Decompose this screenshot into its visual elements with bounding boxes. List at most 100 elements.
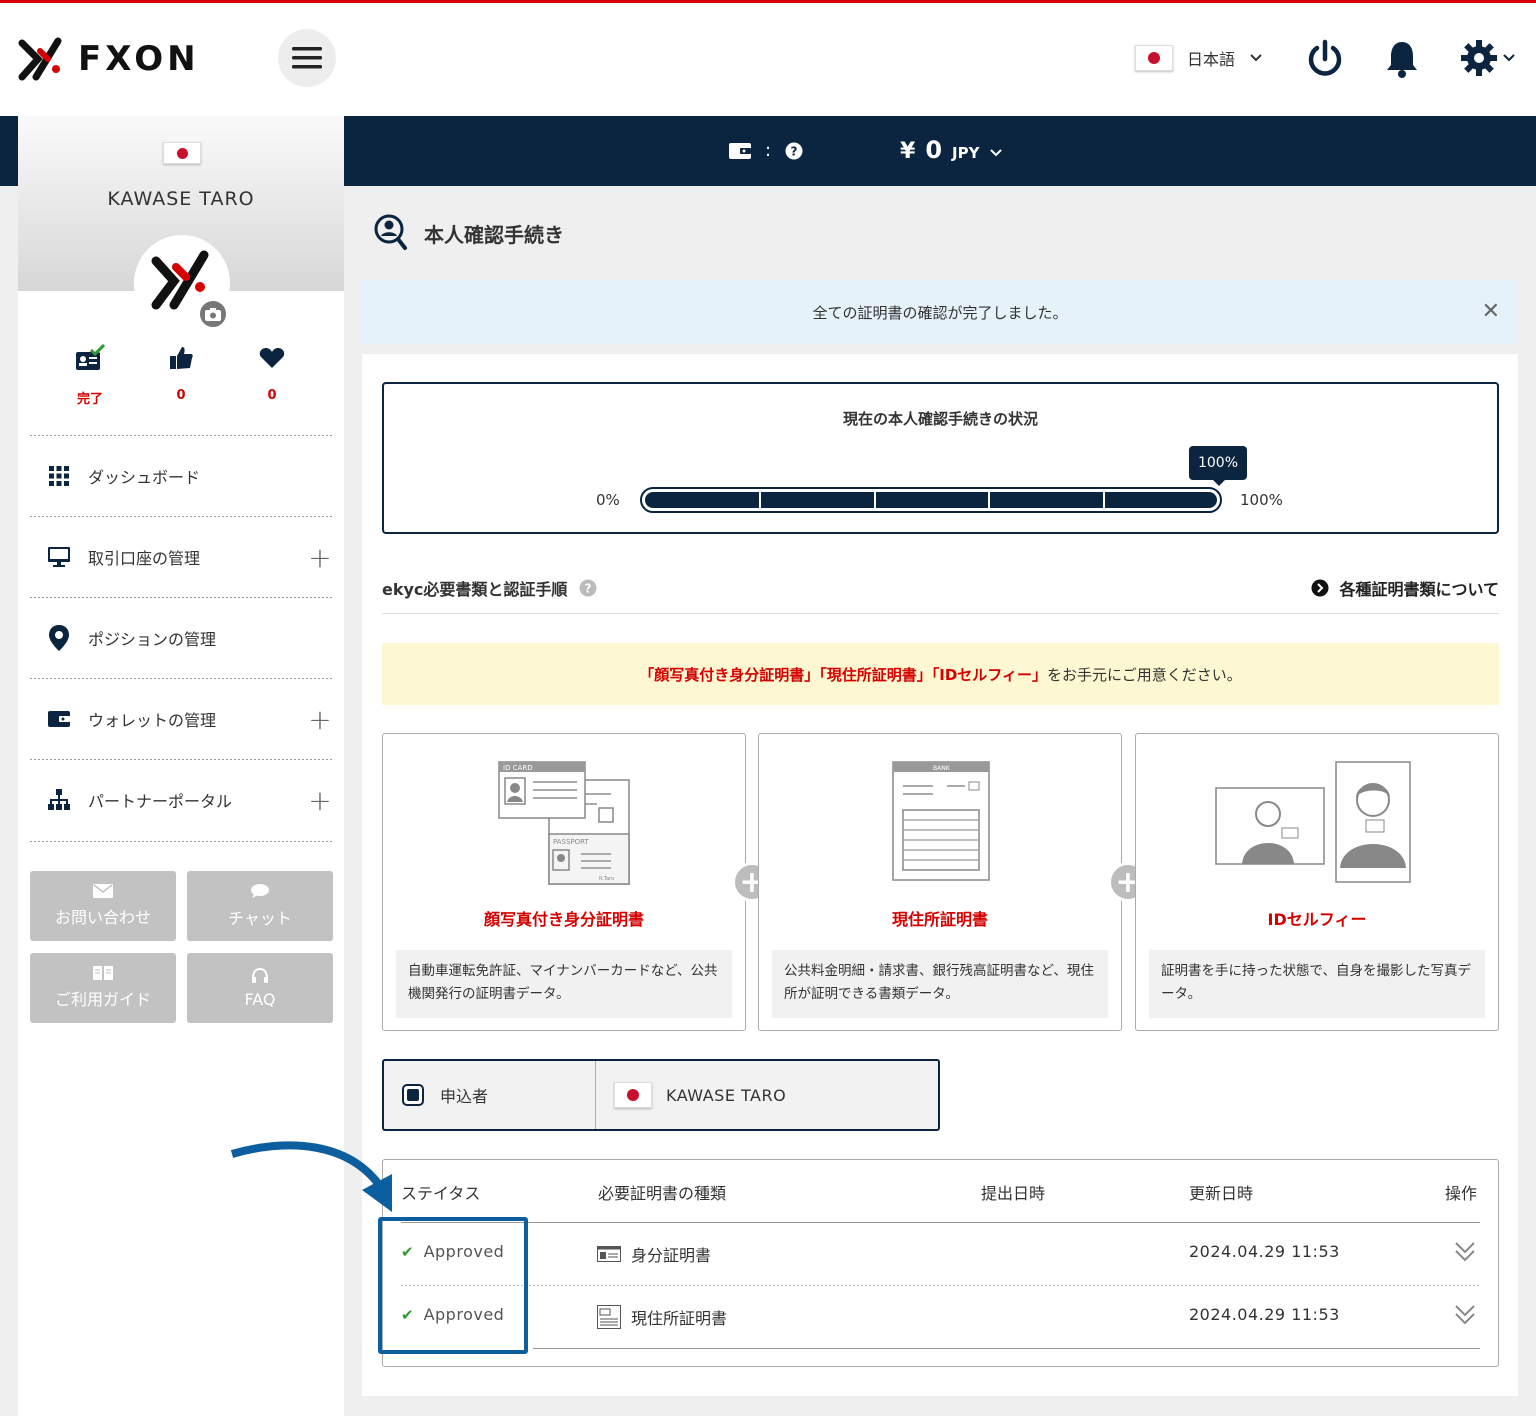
sidebar-item-label: ポジションの管理	[88, 630, 217, 649]
menu-toggle-button[interactable]	[278, 29, 336, 87]
balance-selector[interactable]: ¥ 0 JPY	[900, 136, 1003, 164]
sidebar-item-trading-accounts[interactable]: 取引口座の管理 +	[30, 517, 332, 597]
expand-plus-icon[interactable]: +	[308, 541, 332, 574]
stat-value: 完了	[76, 392, 103, 407]
progress-tooltip: 100%	[1189, 446, 1247, 486]
thumbs-up-icon	[170, 347, 193, 369]
id-card-passport-icon: PASSPORT R.Taro ID CARD	[498, 761, 630, 885]
notice-text: をお手元にご用意ください。	[1047, 665, 1242, 684]
chat-icon	[251, 884, 269, 898]
selfie-photo-icon	[1215, 761, 1411, 883]
chat-label: チャット	[228, 909, 292, 928]
expand-plus-icon[interactable]: +	[308, 703, 332, 736]
wallet-separator: :	[765, 140, 772, 161]
progress-bar	[640, 487, 1222, 513]
progress-max-label: 100%	[1240, 491, 1283, 509]
card-photo-id: PASSPORT R.Taro ID CARD 顔写真付き身分証明書 自動車運転…	[382, 733, 746, 1031]
stat-likes[interactable]: 0	[151, 344, 211, 403]
ekyc-title: ekyc必要書類と認証手順 ?	[382, 576, 597, 600]
sidebar-item-label: パートナーポータル	[88, 792, 233, 811]
card-title: IDセルフィー	[1267, 910, 1367, 929]
power-icon[interactable]	[1306, 39, 1344, 79]
row-document-type: 現住所証明書	[597, 1305, 727, 1329]
language-label: 日本語	[1187, 50, 1236, 69]
sidebar-item-dashboard[interactable]: ダッシュボード	[30, 436, 332, 516]
card-address-proof: BANK 現住所証明書 公共料金明細・請求書、銀行残高証明書など、現住所が証明で…	[758, 733, 1122, 1031]
camera-icon[interactable]	[198, 299, 228, 329]
card-description: 自動車運転免許証、マイナンバーカードなど、公共機関発行の証明書データ。	[396, 950, 732, 1018]
stat-favorites[interactable]: 0	[242, 344, 302, 403]
stat-verification[interactable]: 完了	[60, 343, 120, 407]
chevron-down-icon	[1503, 54, 1515, 62]
wallet-status[interactable]: : ?	[729, 140, 803, 161]
help-icon[interactable]: ?	[579, 579, 597, 597]
row-updated-at: 2024.04.29 11:53	[1189, 1242, 1340, 1261]
id-card-icon	[597, 1246, 621, 1262]
prepare-notice: 「顔写真付き身分証明書」「現住所証明書」「IDセルフィー」 をお手元にご用意くださ…	[382, 643, 1499, 705]
chat-button[interactable]: チャット	[187, 871, 333, 941]
card-description: 証明書を手に持った状態で、自身を撮影した写真データ。	[1149, 950, 1485, 1018]
document-types-link[interactable]: 各種証明書類について	[1311, 576, 1499, 600]
bank-document-illustration: BANK	[759, 758, 1121, 888]
stat-value: 0	[267, 388, 277, 403]
applicant-option[interactable]: 申込者	[384, 1061, 596, 1129]
book-icon	[93, 966, 113, 980]
sidebar-item-positions[interactable]: ポジションの管理	[30, 598, 332, 678]
contact-button[interactable]: お問い合わせ	[30, 871, 176, 941]
id-card-check-icon	[76, 343, 106, 370]
col-actions: 操作	[1445, 1184, 1478, 1203]
settings-menu[interactable]	[1460, 39, 1516, 77]
col-submitted-at: 提出日時	[981, 1184, 1046, 1203]
page-title-text: 本人確認手続き	[424, 222, 564, 247]
close-icon[interactable]: ✕	[1482, 299, 1500, 324]
bell-icon[interactable]	[1384, 39, 1420, 79]
row-divider	[401, 1285, 1480, 1286]
progress-min-label: 0%	[596, 491, 620, 509]
double-chevron-down-icon[interactable]	[1453, 1303, 1477, 1327]
status-highlight-box	[378, 1217, 528, 1354]
annotation-arrow-icon	[230, 1141, 392, 1212]
currency-symbol: ¥	[900, 139, 916, 164]
sidebar-item-partner-portal[interactable]: パートナーポータル +	[30, 760, 332, 840]
svg-text:?: ?	[585, 582, 592, 596]
profile-username: KAWASE TARO	[107, 188, 255, 210]
fxon-mark-icon	[18, 37, 62, 81]
gear-icon	[1461, 40, 1497, 76]
ekyc-section-header: ekyc必要書類と認証手順 ? 各種証明書類について	[382, 574, 1499, 614]
guide-button[interactable]: ご利用ガイド	[30, 953, 176, 1023]
card-id-selfie: IDセルフィー 証明書を手に持った状態で、自身を撮影した写真データ。	[1135, 733, 1499, 1031]
sidebar-item-wallet[interactable]: ウォレットの管理 +	[30, 679, 332, 759]
alert-message: 全ての証明書の確認が完了しました。	[812, 303, 1068, 322]
help-icon[interactable]: ?	[785, 142, 803, 160]
language-selector[interactable]: 日本語	[1135, 45, 1263, 71]
currency-code: JPY	[952, 144, 980, 162]
notice-highlight: 「顔写真付き身分証明書」「現住所証明書」「IDセルフィー」	[639, 665, 1048, 684]
map-pin-icon	[49, 625, 69, 651]
document-type-label: 現住所証明書	[631, 1309, 728, 1328]
headset-icon	[252, 967, 268, 983]
progress-bar-fill	[645, 492, 1217, 508]
bank-statement-icon: BANK	[892, 761, 990, 881]
success-alert: 全ての証明書の確認が完了しました。 ✕	[362, 280, 1518, 344]
fxon-logo[interactable]: FXON	[18, 37, 200, 81]
documents-table: ステイタス 必要証明書の種類 提出日時 更新日時 操作 ✔ Approved 身…	[382, 1159, 1499, 1367]
expand-plus-icon[interactable]: +	[308, 784, 332, 817]
sidebar-item-label: ダッシュボード	[88, 468, 201, 487]
guide-label: ご利用ガイド	[54, 990, 151, 1009]
applicant-label: 申込者	[440, 1087, 489, 1106]
applicant-selector: 申込者 KAWASE TARO	[382, 1059, 940, 1131]
faq-button[interactable]: FAQ	[187, 953, 333, 1023]
contact-label: お問い合わせ	[54, 908, 151, 927]
bank-art-label: BANK	[933, 765, 951, 772]
header: FXON 日本語	[0, 3, 1536, 116]
row-updated-at: 2024.04.29 11:53	[1189, 1305, 1340, 1324]
japan-flag-icon	[1135, 45, 1173, 71]
double-chevron-down-icon[interactable]	[1453, 1240, 1477, 1264]
header-rule	[401, 1222, 1480, 1223]
user-search-icon	[374, 214, 407, 250]
page-title: 本人確認手続き	[374, 214, 564, 252]
card-description: 公共料金明細・請求書、銀行残高証明書など、現住所が証明できる書類データ。	[772, 950, 1108, 1018]
hamburger-icon	[292, 47, 322, 69]
id-documents-illustration: PASSPORT R.Taro ID CARD	[383, 758, 745, 888]
applicant-checkbox[interactable]	[402, 1084, 424, 1106]
